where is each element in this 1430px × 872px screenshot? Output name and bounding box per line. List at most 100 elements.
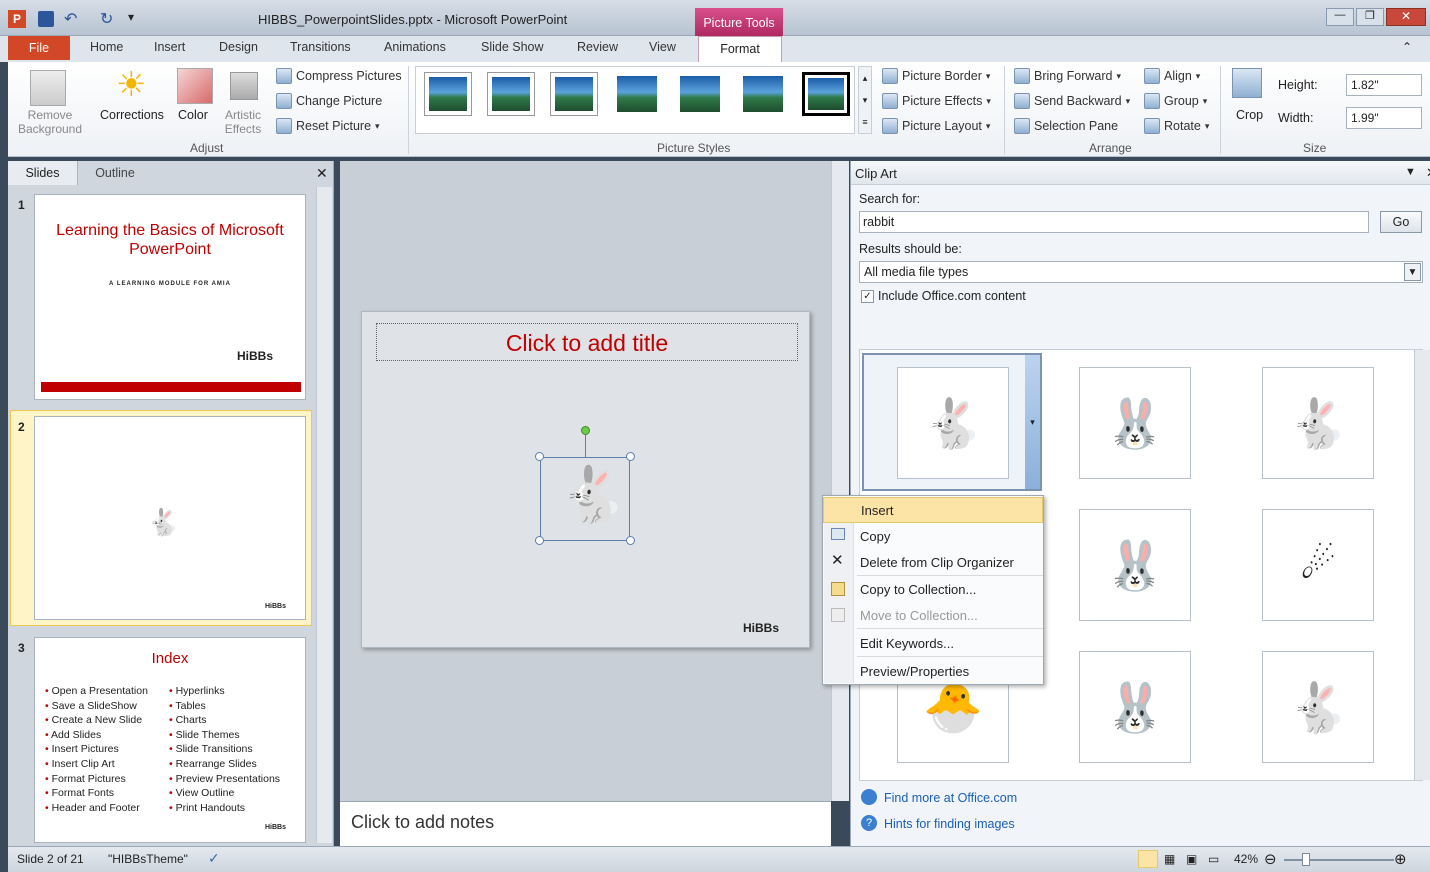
picture-layout-button[interactable]: Picture Layout ▾	[882, 118, 990, 134]
menu-copy[interactable]: Copy	[823, 523, 1043, 549]
picture-style-thumb[interactable]	[739, 72, 787, 116]
artistic-effects-button[interactable]: Artistic Effects	[218, 108, 268, 136]
menu-insert[interactable]: Insert	[823, 497, 1043, 523]
zoom-level[interactable]: 42%	[1234, 852, 1258, 866]
notes-pane[interactable]: Click to add notes	[340, 801, 831, 846]
index-item: • Insert Pictures	[45, 743, 119, 756]
zoom-in-icon[interactable]: ⊕	[1394, 850, 1407, 868]
tab-animations[interactable]: Animations	[384, 40, 446, 54]
tab-transitions[interactable]: Transitions	[290, 40, 351, 54]
results-select[interactable]: All media file types	[859, 261, 1423, 283]
bring-forward-button[interactable]: Bring Forward ▾	[1014, 68, 1121, 84]
go-button[interactable]: Go	[1380, 211, 1422, 233]
save-icon[interactable]	[38, 11, 54, 27]
menu-preview-properties[interactable]: Preview/Properties	[823, 658, 1043, 684]
clipart-comet[interactable]: ☄	[1262, 509, 1374, 621]
resize-handle[interactable]	[535, 536, 544, 545]
clipart-rabbit[interactable]: 🐰	[1079, 367, 1191, 479]
slideshow-view-icon[interactable]: ▭	[1208, 852, 1219, 866]
rotate-button[interactable]: Rotate ▾	[1144, 118, 1209, 134]
tab-insert[interactable]: Insert	[154, 40, 185, 54]
hibbs-logo: HiBBs	[237, 349, 274, 363]
tab-review[interactable]: Review	[577, 40, 618, 54]
minimize-button[interactable]: —	[1326, 8, 1354, 26]
width-field[interactable]: 1.99"	[1346, 107, 1422, 129]
editor-scrollbar[interactable]	[831, 161, 849, 801]
find-more-link[interactable]: Find more at Office.com	[884, 791, 1017, 805]
color-button[interactable]: Color	[178, 108, 208, 122]
menu-copy-to-collection[interactable]: Copy to Collection...	[823, 576, 1043, 602]
picture-style-thumb[interactable]	[613, 72, 661, 116]
rotate-handle[interactable]	[581, 426, 590, 435]
close-pane-icon[interactable]: ✕	[1426, 165, 1430, 181]
reading-view-icon[interactable]: ▣	[1186, 852, 1197, 866]
selection-pane-button[interactable]: Selection Pane	[1014, 118, 1118, 134]
picture-style-thumb[interactable]	[802, 72, 850, 116]
slide-thumbnail-3[interactable]: Index • Open a Presentation • Save a Sli…	[34, 637, 306, 843]
clipart-rabbit[interactable]: 🐰	[1079, 509, 1191, 621]
tab-view[interactable]: View	[649, 40, 676, 54]
spell-check-icon[interactable]: ✓	[208, 850, 220, 867]
restore-button[interactable]: ❐	[1356, 8, 1384, 26]
slide-canvas[interactable]: Click to add title 🐇 HiBBs	[361, 311, 810, 648]
change-picture-button[interactable]: Change Picture	[276, 93, 382, 109]
close-pane-icon[interactable]: ✕	[316, 165, 328, 182]
pane-options-icon[interactable]: ▼	[1405, 166, 1416, 178]
tab-slides[interactable]: Slides	[8, 161, 78, 185]
menu-delete[interactable]: Delete from Clip Organizer	[823, 549, 1043, 575]
height-field[interactable]: 1.82"	[1346, 74, 1422, 96]
tab-home[interactable]: Home	[90, 40, 123, 54]
gallery-scroll[interactable]: ▴ ▾ ≡	[858, 66, 872, 134]
clip-menu-dropdown[interactable]: ▾	[1025, 355, 1040, 489]
customize-toolbar-icon[interactable]: ▾	[128, 10, 134, 24]
compress-pictures-button[interactable]: Compress Pictures	[276, 68, 402, 84]
tab-design[interactable]: Design	[219, 40, 258, 54]
slide-number: 3	[18, 641, 25, 655]
results-scrollbar[interactable]	[1414, 350, 1430, 780]
slides-scrollbar[interactable]	[316, 187, 332, 843]
picture-border-button[interactable]: Picture Border ▾	[882, 68, 990, 84]
reset-picture-button[interactable]: Reset Picture ▾	[276, 118, 380, 134]
selected-picture[interactable]: 🐇	[540, 457, 630, 541]
minimize-ribbon-icon[interactable]: ⌃	[1402, 40, 1412, 54]
tab-outline[interactable]: Outline	[80, 161, 150, 185]
close-button[interactable]: ✕	[1386, 8, 1426, 26]
menu-edit-keywords[interactable]: Edit Keywords...	[823, 630, 1043, 656]
send-backward-button[interactable]: Send Backward ▾	[1014, 93, 1130, 109]
tab-slide-show[interactable]: Slide Show	[481, 40, 544, 54]
hints-link[interactable]: Hints for finding images	[884, 817, 1015, 831]
search-input[interactable]: rabbit	[859, 211, 1369, 233]
include-checkbox[interactable]: ✓	[861, 290, 874, 303]
normal-view-icon[interactable]	[1138, 850, 1158, 868]
resize-handle[interactable]	[535, 452, 544, 461]
picture-style-thumb[interactable]	[424, 72, 472, 116]
group-button[interactable]: Group ▾	[1144, 93, 1207, 109]
tab-format[interactable]: Format	[698, 36, 782, 63]
zoom-slider[interactable]	[1284, 859, 1394, 861]
redo-icon[interactable]: ↻	[100, 9, 113, 29]
picture-style-thumb[interactable]	[550, 72, 598, 116]
slide-thumbnail-1[interactable]: Learning the Basics of Microsoft PowerPo…	[34, 194, 306, 400]
zoom-slider-thumb[interactable]	[1302, 853, 1310, 866]
picture-effects-button[interactable]: Picture Effects ▾	[882, 93, 991, 109]
clipart-rabbit[interactable]: 🐇	[1262, 367, 1374, 479]
zoom-out-icon[interactable]: ⊖	[1264, 850, 1277, 868]
notes-placeholder[interactable]: Click to add notes	[351, 812, 494, 833]
clipart-rabbit[interactable]: 🐰	[1079, 651, 1191, 763]
tab-file[interactable]: File	[8, 36, 70, 60]
picture-style-thumb[interactable]	[676, 72, 724, 116]
clipart-rabbit[interactable]: 🐇	[1262, 651, 1374, 763]
crop-button[interactable]: Crop	[1236, 108, 1263, 122]
remove-background-button[interactable]: Remove Background	[12, 108, 88, 136]
picture-style-thumb[interactable]	[487, 72, 535, 116]
corrections-button[interactable]: Corrections	[100, 108, 164, 122]
slide-thumbnail-2[interactable]: 🐇 HiBBs	[34, 416, 306, 620]
undo-icon[interactable]: ↶	[64, 9, 77, 29]
chevron-down-icon[interactable]: ▼	[1404, 263, 1421, 281]
clipart-rabbit[interactable]: 🐇	[897, 367, 1009, 479]
align-button[interactable]: Align ▾	[1144, 68, 1200, 84]
sorter-view-icon[interactable]: ▦	[1164, 852, 1175, 866]
resize-handle[interactable]	[626, 452, 635, 461]
resize-handle[interactable]	[626, 536, 635, 545]
title-placeholder[interactable]: Click to add title	[376, 323, 798, 361]
